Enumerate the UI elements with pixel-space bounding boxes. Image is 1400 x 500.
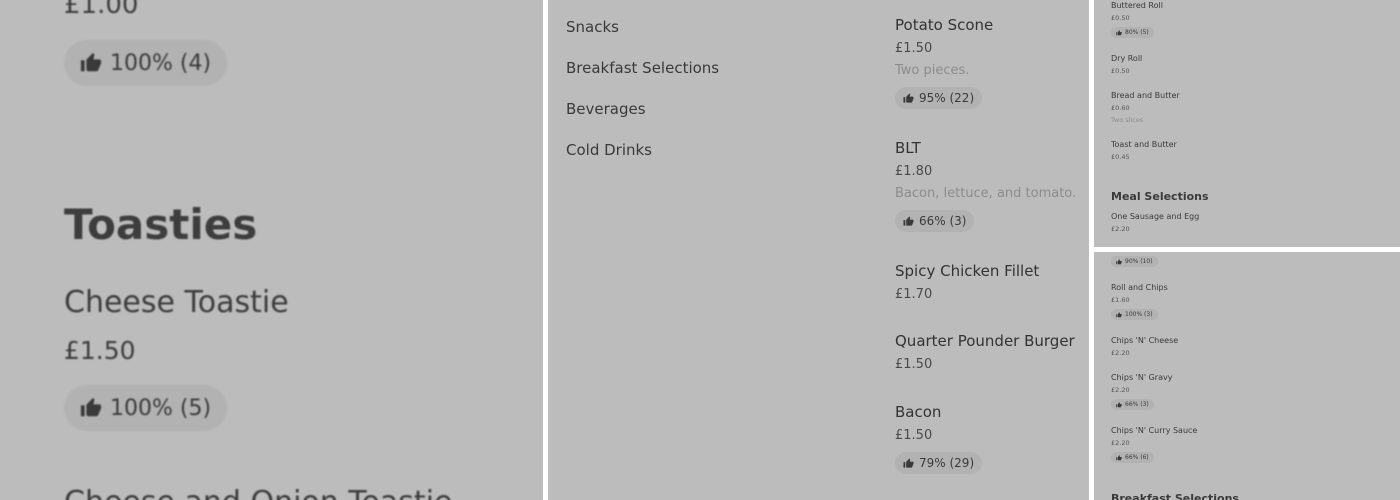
thumbs-up-icon (80, 397, 102, 419)
rating-text: 90% (10) (1125, 258, 1153, 265)
menu-item-description: Two pieces. (895, 63, 970, 78)
thumbs-up-icon (1116, 312, 1122, 318)
section-heading: Meal Selections (1111, 190, 1209, 203)
thumbnail-top-panel: Buttered Roll £0.50 80% (5) Dry Roll £0.… (1094, 0, 1400, 247)
item-name[interactable]: Cheese Toastie (64, 285, 289, 320)
menu-item-name[interactable]: Bread and Butter (1111, 91, 1180, 100)
menu-item-name[interactable]: Potato Scone (895, 16, 993, 34)
item-price: £1.50 (64, 336, 136, 365)
thumbnail-bottom-panel: 90% (10) Roll and Chips £1.60 100% (3) C… (1094, 252, 1400, 500)
menu-item-price: £0.50 (1111, 14, 1130, 22)
rating-text: 100% (3) (1125, 311, 1153, 318)
next-item-name[interactable]: Cheese and Onion Toastie (64, 485, 453, 500)
menu-item-name[interactable]: Quarter Pounder Burger (895, 332, 1075, 350)
zoomed-menu-panel: £1.00 100% (4) Toasties Cheese Toastie £… (0, 0, 543, 500)
menu-item-price: £1.80 (895, 164, 933, 179)
thumbs-up-icon (903, 458, 914, 469)
menu-item-price: £0.50 (1111, 67, 1130, 75)
previous-item-rating-badge: 100% (4) (64, 40, 228, 86)
menu-item-name[interactable]: Chips 'N' Curry Sauce (1111, 426, 1197, 435)
rating-badge: 66% (3) (1111, 399, 1154, 410)
menu-item-price: £1.50 (895, 357, 933, 372)
menu-item-price: £1.70 (895, 287, 933, 302)
rating-text: 80% (5) (1125, 29, 1149, 36)
menu-item-name[interactable]: Chips 'N' Cheese (1111, 336, 1178, 345)
menu-item-price: £0.45 (1111, 153, 1130, 161)
menu-item-description: Two slices (1111, 116, 1144, 124)
rating-text: 66% (3) (1125, 401, 1149, 408)
menu-item-name[interactable]: Spicy Chicken Fillet (895, 262, 1039, 280)
rating-text: 79% (29) (919, 456, 975, 470)
menu-item-price: £1.60 (1111, 296, 1130, 304)
rating-badge: 79% (29) (895, 452, 983, 474)
rating-badge: 90% (10) (1111, 256, 1158, 267)
menu-item-name[interactable]: Bacon (895, 403, 941, 421)
section-heading: Breakfast Selections (1111, 492, 1239, 500)
rating-text: 95% (22) (919, 91, 975, 105)
menu-item-price: £2.20 (1111, 349, 1130, 357)
menu-item-price: £1.50 (895, 41, 933, 56)
rating-text: 100% (4) (110, 50, 212, 76)
menu-item-price: £2.20 (1111, 386, 1130, 394)
thumbs-up-icon (1116, 455, 1122, 461)
rating-badge: 66% (6) (1111, 452, 1154, 463)
thumbs-up-icon (903, 216, 914, 227)
category-breakfast-selections[interactable]: Breakfast Selections (566, 59, 719, 77)
rating-text: 66% (6) (1125, 454, 1149, 461)
category-snacks[interactable]: Snacks (566, 18, 619, 36)
thumbs-up-icon (1116, 402, 1122, 408)
category-beverages[interactable]: Beverages (566, 100, 646, 118)
menu-item-price: £1.50 (895, 428, 933, 443)
menu-item-name[interactable]: One Sausage and Egg (1111, 212, 1199, 221)
section-title-toasties: Toasties (64, 200, 258, 249)
thumbs-up-icon (1116, 30, 1122, 36)
menu-item-price: £2.20 (1111, 439, 1130, 447)
menu-item-name[interactable]: Dry Roll (1111, 54, 1142, 63)
menu-item-name[interactable]: Roll and Chips (1111, 283, 1168, 292)
rating-text: 100% (5) (110, 395, 212, 421)
thumbs-up-icon (1116, 259, 1122, 265)
rating-badge: 66% (3) (895, 210, 975, 232)
menu-panel: Snacks Breakfast Selections Beverages Co… (548, 0, 1089, 500)
menu-item-price: £0.60 (1111, 104, 1130, 112)
rating-text: 66% (3) (919, 214, 967, 228)
thumbs-up-icon (903, 93, 914, 104)
menu-item-description: Bacon, lettuce, and tomato. (895, 186, 1077, 201)
thumbs-up-icon (80, 52, 102, 74)
previous-item-price: £1.00 (64, 0, 139, 20)
menu-item-name[interactable]: BLT (895, 139, 921, 157)
menu-item-name[interactable]: Buttered Roll (1111, 1, 1163, 10)
menu-item-price: £2.20 (1111, 225, 1130, 233)
item-rating-badge: 100% (5) (64, 385, 228, 431)
rating-badge: 95% (22) (895, 87, 983, 109)
menu-item-name[interactable]: Chips 'N' Gravy (1111, 373, 1172, 382)
category-cold-drinks[interactable]: Cold Drinks (566, 141, 652, 159)
rating-badge: 80% (5) (1111, 27, 1154, 38)
rating-badge: 100% (3) (1111, 309, 1158, 320)
menu-item-name[interactable]: Toast and Butter (1111, 140, 1177, 149)
